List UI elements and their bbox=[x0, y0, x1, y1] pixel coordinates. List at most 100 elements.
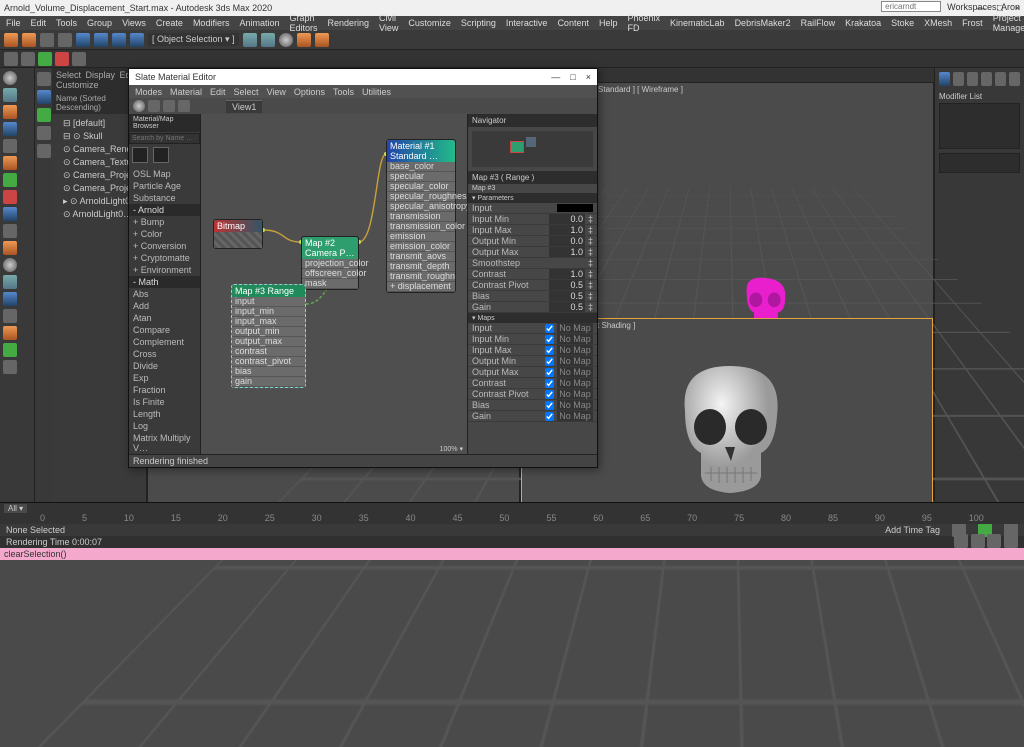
param-check[interactable] bbox=[545, 335, 554, 344]
menu-stoke[interactable]: Stoke bbox=[891, 18, 914, 28]
param-group[interactable]: ▾ Parameters bbox=[468, 193, 597, 203]
param-button[interactable]: No Map bbox=[557, 389, 593, 399]
close-icon[interactable]: × bbox=[586, 72, 591, 82]
param-button[interactable]: No Map bbox=[557, 378, 593, 388]
param-value[interactable]: 1.0 bbox=[549, 225, 585, 235]
spinner-icon[interactable]: ‡ bbox=[588, 258, 593, 268]
param-value[interactable]: 0.5 bbox=[549, 280, 585, 290]
menu-customize[interactable]: Customize bbox=[408, 18, 451, 28]
slate-menu[interactable]: Tools bbox=[333, 87, 354, 97]
canvas-zoom[interactable]: 100% ▾ bbox=[440, 445, 463, 453]
node-row[interactable]: mask bbox=[302, 279, 358, 289]
node-title[interactable]: Bitmap bbox=[214, 220, 262, 232]
param-row[interactable]: Input Max1.0‡ bbox=[468, 225, 597, 236]
list-item[interactable]: + Environment bbox=[129, 264, 200, 276]
slate-editor-window[interactable]: Slate Material Editor — □ × Modes Materi… bbox=[128, 68, 598, 468]
menu-views[interactable]: Views bbox=[122, 18, 146, 28]
orbit-icon[interactable] bbox=[987, 534, 1001, 548]
unlink-icon[interactable] bbox=[58, 33, 72, 47]
slate-toolbar[interactable]: View1 bbox=[129, 98, 597, 114]
tool-icon[interactable] bbox=[3, 71, 17, 85]
lock-icon[interactable] bbox=[37, 144, 51, 158]
param-value[interactable]: 0.5 bbox=[549, 302, 585, 312]
node-title[interactable]: Map #2 Camera P… bbox=[302, 237, 358, 259]
menu-debris[interactable]: DebrisMaker2 bbox=[735, 18, 791, 28]
pan-icon[interactable] bbox=[971, 534, 985, 548]
timeline-scope[interactable]: All ▾ bbox=[4, 504, 27, 513]
tool-icon[interactable] bbox=[3, 190, 17, 204]
tool-icon[interactable] bbox=[4, 52, 18, 66]
param-button[interactable]: No Map bbox=[557, 367, 593, 377]
tool-icon[interactable] bbox=[163, 100, 175, 112]
param-check[interactable] bbox=[545, 368, 554, 377]
param-value[interactable]: 1.0 bbox=[549, 269, 585, 279]
render-icon[interactable] bbox=[315, 33, 329, 47]
pointer-icon[interactable] bbox=[37, 72, 51, 86]
param-check[interactable] bbox=[545, 412, 554, 421]
param-value[interactable]: 1.0 bbox=[549, 247, 585, 257]
list-item[interactable]: + Cryptomatte bbox=[129, 252, 200, 264]
tool-icon[interactable] bbox=[3, 156, 17, 170]
param-button[interactable]: No Map bbox=[557, 400, 593, 410]
menu-graph[interactable]: Graph Editors bbox=[289, 13, 317, 33]
slate-menu[interactable]: Edit bbox=[210, 87, 226, 97]
param-check[interactable] bbox=[545, 324, 554, 333]
slate-menu[interactable]: Options bbox=[294, 87, 325, 97]
param-check[interactable] bbox=[545, 357, 554, 366]
tool-icon[interactable] bbox=[55, 52, 69, 66]
slate-menu[interactable]: View bbox=[267, 87, 286, 97]
tool-icon[interactable] bbox=[21, 52, 35, 66]
param-row[interactable]: Input Min0.0‡ bbox=[468, 214, 597, 225]
node-bitmap[interactable]: Bitmap bbox=[213, 219, 263, 249]
spinner-icon[interactable]: ‡ bbox=[588, 225, 593, 235]
tool-icon[interactable] bbox=[178, 100, 190, 112]
param-row[interactable]: Input MinNo Map bbox=[468, 334, 597, 345]
list-item[interactable]: Particle Age bbox=[129, 180, 200, 192]
node-row[interactable]: + displacement bbox=[387, 282, 455, 292]
param-row[interactable]: Output MaxNo Map bbox=[468, 367, 597, 378]
param-row[interactable]: Gain0.5‡ bbox=[468, 302, 597, 313]
tool-icon[interactable] bbox=[3, 207, 17, 221]
motion-tab-icon[interactable] bbox=[981, 72, 992, 86]
timeline[interactable]: All ▾ 0510152025303540455055606570758085… bbox=[0, 502, 1024, 524]
list-item[interactable]: Atan bbox=[129, 312, 200, 324]
param-row[interactable]: Bias0.5‡ bbox=[468, 291, 597, 302]
spinner-icon[interactable]: ‡ bbox=[588, 280, 593, 290]
object-params[interactable] bbox=[939, 153, 1020, 173]
param-value[interactable]: 0.5 bbox=[549, 291, 585, 301]
menu-railflow[interactable]: RailFlow bbox=[801, 18, 836, 28]
skull-shaded[interactable] bbox=[665, 361, 795, 511]
list-item[interactable]: + Conversion bbox=[129, 240, 200, 252]
param-button[interactable]: No Map bbox=[557, 334, 593, 344]
maxscript-listener[interactable]: clearSelection() bbox=[0, 548, 1024, 560]
move-icon[interactable] bbox=[94, 33, 108, 47]
param-row[interactable]: GainNo Map bbox=[468, 411, 597, 422]
create-tab-icon[interactable] bbox=[939, 72, 950, 86]
param-row[interactable]: InputNo Map bbox=[468, 323, 597, 334]
param-check[interactable] bbox=[545, 401, 554, 410]
browser-search[interactable] bbox=[129, 133, 200, 144]
param-button[interactable]: No Map bbox=[557, 356, 593, 366]
slate-menu[interactable]: Utilities bbox=[362, 87, 391, 97]
param-row[interactable]: BiasNo Map bbox=[468, 400, 597, 411]
node-canvas[interactable]: Bitmap Map #2 Camera P… projection_color… bbox=[201, 114, 467, 454]
swatch-icon[interactable] bbox=[132, 147, 148, 163]
list-item[interactable]: Fraction bbox=[129, 384, 200, 396]
left-dock-2[interactable] bbox=[34, 68, 52, 518]
navigator-mini[interactable] bbox=[472, 131, 593, 167]
param-group[interactable]: ▾ Maps bbox=[468, 313, 597, 323]
param-row[interactable]: Output MinNo Map bbox=[468, 356, 597, 367]
list-item[interactable]: Abs bbox=[129, 288, 200, 300]
play-icon[interactable] bbox=[37, 108, 51, 122]
selection-mode-dropdown[interactable]: [ Object Selection ▾ ] bbox=[148, 33, 239, 46]
param-button[interactable]: No Map bbox=[557, 323, 593, 333]
material-browser[interactable]: Material/Map Browser OSL Map Particle Ag… bbox=[129, 114, 201, 454]
key-icon[interactable] bbox=[37, 126, 51, 140]
sample-icon[interactable] bbox=[133, 100, 145, 112]
list-item[interactable]: + Color bbox=[129, 228, 200, 240]
param-button[interactable]: No Map bbox=[557, 411, 593, 421]
param-value[interactable]: 0.0 bbox=[549, 236, 585, 246]
slate-view-tab[interactable]: View1 bbox=[226, 100, 262, 113]
menu-frost[interactable]: Frost bbox=[962, 18, 983, 28]
signin-field[interactable] bbox=[881, 1, 941, 12]
